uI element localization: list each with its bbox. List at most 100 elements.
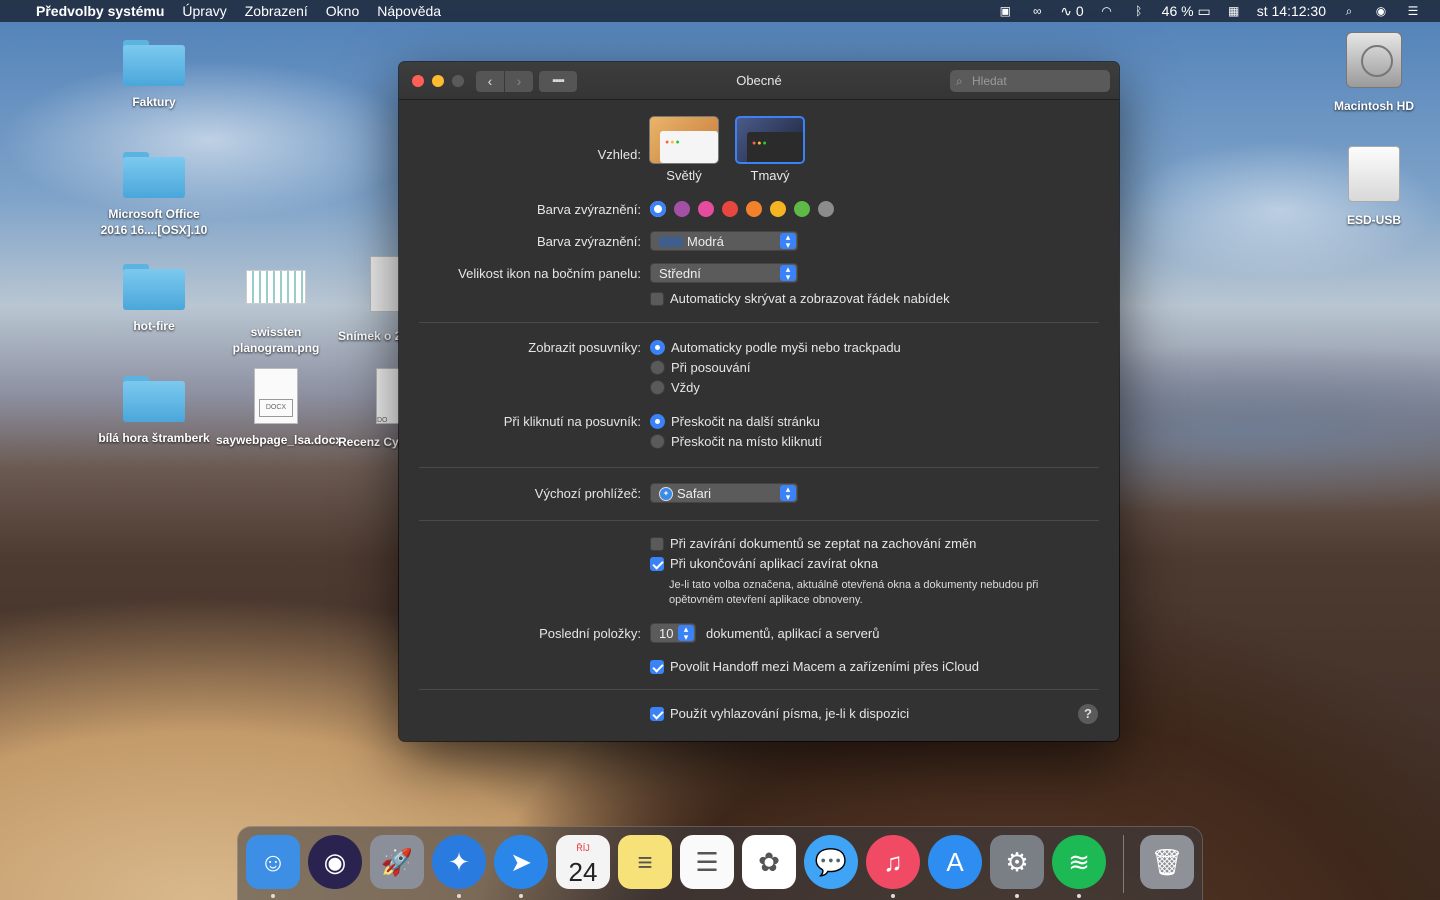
highlight-color-popup[interactable]: Modrá ▴ ▾ (650, 231, 798, 251)
safari-icon[interactable]: ✦ (432, 835, 486, 889)
scrollbars-option-scrolling[interactable]: Při posouvání (650, 360, 751, 375)
maps-icon[interactable]: ➤ (494, 835, 548, 889)
finder-icon[interactable]: ☺ (246, 835, 300, 889)
auto-hide-menubar-row[interactable]: Automaticky skrývat a zobrazovat řádek n… (650, 291, 950, 306)
radio-button[interactable] (650, 340, 665, 355)
running-indicator (1015, 894, 1019, 898)
desktop-icon-office[interactable]: Microsoft Office 2016 16....[OSX].10 (94, 152, 214, 238)
desktop-icon-label: Microsoft Office 2016 16....[OSX].10 (100, 207, 208, 237)
radio-button[interactable] (650, 434, 665, 449)
screen-share-icon[interactable]: ▣ (996, 4, 1014, 18)
desktop-icon-label: Faktury (132, 95, 176, 109)
window-dots-icon: ●●● (752, 140, 768, 147)
accent-swatch-7[interactable] (818, 201, 834, 217)
wifi-icon[interactable]: ◠ (1098, 4, 1116, 18)
accent-swatch-4[interactable] (746, 201, 762, 217)
search-input[interactable]: ⌕ Hledat (950, 70, 1110, 92)
accent-swatch-6[interactable] (794, 201, 810, 217)
recent-items-stepper[interactable]: 10 ▴ ▾ (650, 623, 696, 643)
ask-keep-changes-row[interactable]: Při zavírání dokumentů se zeptat na zach… (650, 536, 976, 551)
notification-center-icon[interactable]: ☰ (1404, 4, 1422, 18)
highlight-color-row: Modrá ▴ ▾ (650, 231, 798, 251)
file-type-badge: DO (377, 417, 388, 424)
notes-icon[interactable]: ≡ (618, 835, 672, 889)
font-smoothing-checkbox[interactable] (650, 706, 664, 721)
menu-app-name[interactable]: Předvolby systému (27, 0, 173, 22)
ask-keep-changes-checkbox[interactable] (650, 536, 664, 551)
activity-indicator[interactable]: ∿ 0 (1060, 3, 1083, 20)
font-smoothing-row[interactable]: Použít vyhlazování písma, je-li k dispoz… (650, 706, 909, 721)
photos-icon[interactable]: ✿ (742, 835, 796, 889)
handoff-row[interactable]: Povolit Handoff mezi Macem a zařízeními … (650, 659, 979, 674)
siri-menu-icon[interactable]: ◉ (1372, 4, 1390, 18)
popup-arrows-icon: ▴ ▾ (678, 625, 694, 642)
folder-icon (123, 376, 185, 422)
desktop-icon-swissten[interactable]: swissten planogram.png (216, 256, 336, 356)
handoff-checkbox[interactable] (650, 659, 664, 674)
appearance-dark-option[interactable]: ●●● (735, 116, 805, 164)
music-icon[interactable]: ♫ (866, 835, 920, 889)
desktop-icon-esd-usb[interactable]: ESD-USB (1314, 146, 1434, 228)
desktop-icon-label: hot-fire (133, 319, 175, 333)
calendar-icon[interactable]: ŘÍJ 24 (556, 835, 610, 889)
reminders-icon[interactable]: ☰ (680, 835, 734, 889)
desktop-icon-label: saywebpage_lsa.docx (216, 433, 343, 447)
font-smoothing-label: Použít vyhlazování písma, je-li k dispoz… (670, 706, 910, 721)
system-preferences-icon[interactable]: ⚙ (990, 835, 1044, 889)
desktop-icon-macintosh-hd[interactable]: Macintosh HD (1314, 32, 1434, 114)
default-browser-popup[interactable]: ✦ Safari ▴ ▾ (650, 483, 798, 503)
sidebar-icon-size-popup[interactable]: Střední ▴ ▾ (650, 263, 798, 283)
calendar-menu-icon[interactable]: ▦ (1225, 4, 1243, 18)
menu-item-edit[interactable]: Úpravy (173, 0, 235, 22)
desktop-icon-faktury[interactable]: Faktury (94, 40, 214, 110)
scroll-click-option-next-page[interactable]: Přeskočit na další stránku (650, 414, 820, 429)
messages-icon[interactable]: 💬 (804, 835, 858, 889)
sidebar-icon-size-row: Střední ▴ ▾ (650, 263, 798, 283)
menu-clock[interactable]: st 14:12:30 (1257, 3, 1326, 19)
accent-swatch-5[interactable] (770, 201, 786, 217)
calendar-day: 24 (568, 857, 598, 887)
app-store-icon[interactable]: A (928, 835, 982, 889)
auto-hide-menubar-checkbox[interactable] (650, 291, 664, 306)
spotlight-icon[interactable]: ⌕ (1340, 4, 1358, 18)
appearance-light-option[interactable]: ●●● (649, 116, 719, 164)
close-windows-label: Při ukončování aplikací zavírat okna (670, 556, 879, 571)
radio-button[interactable] (650, 380, 665, 395)
desktop-icon-label: Snímek o 2018-10... (338, 329, 400, 343)
menu-item-help[interactable]: Nápověda (368, 0, 450, 22)
scrollbars-option-label: Automaticky podle myši nebo trackpadu (671, 340, 901, 355)
appearance-dark-label: Tmavý (750, 168, 790, 183)
accent-swatch-1[interactable] (674, 201, 690, 217)
trash-icon[interactable]: 🗑 (1140, 835, 1194, 889)
siri-icon[interactable]: ◉ (308, 835, 362, 889)
bluetooth-icon[interactable]: ᛒ (1130, 4, 1148, 18)
desktop-icon-saywebpage[interactable]: DOCX saywebpage_lsa.docx (216, 368, 343, 448)
title-bar: ‹ › ▪▪▪▪ Obecné ⌕ Hledat (399, 62, 1119, 100)
spotify-icon[interactable]: ≋ (1052, 835, 1106, 889)
radio-button[interactable] (650, 360, 665, 375)
accent-swatch-2[interactable] (698, 201, 714, 217)
close-windows-row[interactable]: Při ukončování aplikací zavírat okna (650, 556, 878, 571)
scrollbars-option-auto[interactable]: Automaticky podle myši nebo trackpadu (650, 340, 901, 355)
menu-item-view[interactable]: Zobrazení (236, 0, 317, 22)
creative-cloud-icon[interactable]: ∞ (1028, 4, 1046, 18)
close-windows-checkbox[interactable] (650, 556, 664, 571)
running-indicator (457, 894, 461, 898)
highlight-color-value: Modrá (687, 234, 724, 249)
desktop-icon-hot-fire[interactable]: hot-fire (94, 264, 214, 334)
accent-swatch-0[interactable] (650, 201, 666, 217)
auto-hide-menubar-label: Automaticky skrývat a zobrazovat řádek n… (670, 291, 950, 306)
accent-swatch-3[interactable] (722, 201, 738, 217)
desktop-icon-recenz[interactable]: DO Recenz Cyber S... (338, 368, 400, 450)
scroll-click-label: Při kliknutí na posuvník: (503, 414, 641, 429)
battery-status[interactable]: 46 % ▭ (1162, 3, 1211, 20)
desktop-icon-bila-hora[interactable]: bílá hora štramberk (94, 376, 214, 446)
scrollbars-option-always[interactable]: Vždy (650, 380, 700, 395)
desktop-icon-snimek[interactable]: Snímek o 2018-10... (338, 256, 400, 344)
menu-item-window[interactable]: Okno (317, 0, 368, 22)
launchpad-icon[interactable]: 🚀 (370, 835, 424, 889)
file-type-badge: DOCX (259, 399, 293, 417)
radio-button[interactable] (650, 414, 665, 429)
help-button[interactable]: ? (1078, 704, 1098, 724)
scroll-click-option-spot[interactable]: Přeskočit na místo kliknutí (650, 434, 822, 449)
